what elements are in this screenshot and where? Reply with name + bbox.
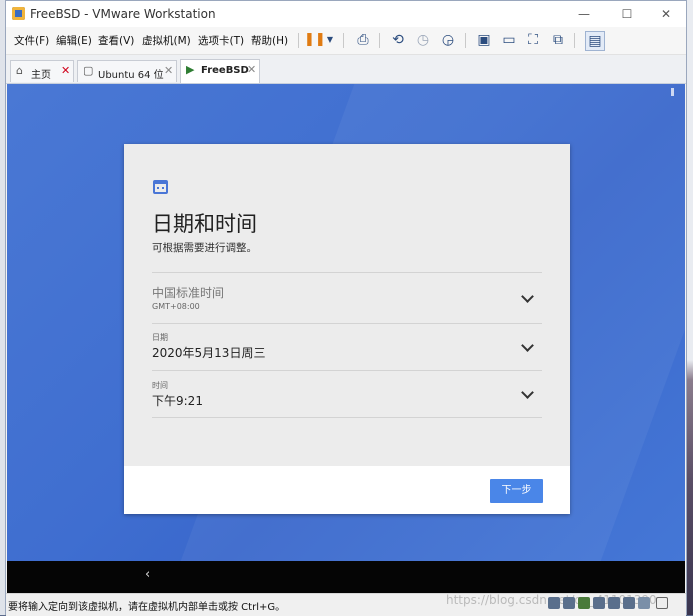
menu-vm[interactable]: 虚拟机(M) xyxy=(142,33,191,48)
tab-home-label: 主页 xyxy=(31,70,51,81)
tab-freebsd[interactable]: ▶ FreeBSD ✕ xyxy=(180,59,260,83)
vmware-window: FreeBSD - VMware Workstation — ☐ ✕ 文件(F)… xyxy=(5,0,687,616)
toolbar-separator xyxy=(574,33,575,48)
title-bar: FreeBSD - VMware Workstation — ☐ ✕ xyxy=(6,1,686,27)
tab-freebsd-label: FreeBSD xyxy=(201,65,249,76)
menu-edit[interactable]: 编辑(E) xyxy=(56,33,92,48)
hard-disk-icon[interactable] xyxy=(548,597,560,609)
tab-home-close-icon[interactable]: ✕ xyxy=(61,64,70,77)
display-icon[interactable] xyxy=(638,597,650,609)
pause-icon[interactable]: ❚❚ xyxy=(304,31,326,49)
date-time-dialog: 日期和时间 可根据需要进行调整。 中国标准时间 GMT+08:00 日期 202… xyxy=(124,144,570,514)
fullscreen-icon[interactable]: ⛶ xyxy=(524,31,542,49)
console-view-icon[interactable]: ▭ xyxy=(500,31,518,49)
vm-icon: ▢ xyxy=(83,64,94,77)
divider xyxy=(152,417,542,418)
snapshot-manager-icon[interactable]: ◶ xyxy=(439,31,457,49)
chevron-down-icon xyxy=(521,339,534,352)
tab-bar: ⌂ 主页 ✕ ▢ Ubuntu 64 位 ✕ ▶ FreeBSD ✕ xyxy=(6,55,686,84)
calendar-icon xyxy=(153,180,168,194)
toolbar-separator xyxy=(465,33,466,48)
dialog-heading: 日期和时间 xyxy=(152,212,257,236)
date-label: 日期 xyxy=(152,333,168,342)
sound-icon[interactable] xyxy=(608,597,620,609)
timezone-offset: GMT+08:00 xyxy=(152,302,200,311)
status-message: 要将输入定向到该虚拟机，请在虚拟机内部单击或按 Ctrl+G。 xyxy=(8,602,286,613)
timezone-selector[interactable]: 中国标准时间 GMT+08:00 xyxy=(152,277,542,323)
toolbar-separator xyxy=(298,33,299,48)
divider xyxy=(152,323,542,324)
sidebar-view-icon[interactable]: ▣ xyxy=(475,31,493,49)
message-log-icon[interactable] xyxy=(656,597,668,609)
tab-freebsd-close-icon[interactable]: ✕ xyxy=(247,63,256,76)
toolbar-separator xyxy=(343,33,344,48)
date-selector[interactable]: 日期 2020年5月13日周三 xyxy=(152,326,542,372)
menu-help[interactable]: 帮助(H) xyxy=(251,33,288,48)
time-label: 时间 xyxy=(152,381,168,390)
unity-icon[interactable]: ⧉ xyxy=(549,31,567,49)
network-icon[interactable] xyxy=(578,597,590,609)
menu-view[interactable]: 查看(V) xyxy=(98,33,134,48)
dialog-subtitle: 可根据需要进行调整。 xyxy=(152,242,257,254)
menu-tabs[interactable]: 选项卡(T) xyxy=(198,33,244,48)
chevron-down-icon xyxy=(521,290,534,303)
printer-icon[interactable] xyxy=(623,597,635,609)
guest-navigation-bar xyxy=(7,561,685,593)
toolbar-separator xyxy=(379,33,380,48)
tab-ubuntu-label: Ubuntu 64 位 xyxy=(98,70,164,81)
divider xyxy=(152,370,542,371)
tab-home[interactable]: ⌂ 主页 ✕ xyxy=(10,60,74,82)
vmware-app-icon xyxy=(12,7,25,20)
guest-indicator xyxy=(671,88,674,96)
snapshot-icon[interactable]: ⟲ xyxy=(389,31,407,49)
menu-file[interactable]: 文件(F) xyxy=(14,33,49,48)
maximize-button[interactable]: ☐ xyxy=(609,4,645,24)
cd-drive-icon[interactable] xyxy=(563,597,575,609)
home-icon: ⌂ xyxy=(16,64,23,77)
tab-ubuntu-close-icon[interactable]: ✕ xyxy=(164,64,173,77)
dropdown-icon[interactable]: ▼ xyxy=(321,31,339,49)
window-title: FreeBSD - VMware Workstation xyxy=(30,7,216,21)
revert-snapshot-icon[interactable]: ◷ xyxy=(414,31,432,49)
vm-running-icon: ▶ xyxy=(186,63,195,76)
chevron-down-icon xyxy=(521,386,534,399)
time-value: 下午9:21 xyxy=(152,394,203,408)
menu-bar: 文件(F) 编辑(E) 查看(V) 虚拟机(M) 选项卡(T) 帮助(H) ❚❚… xyxy=(6,27,686,55)
tab-ubuntu[interactable]: ▢ Ubuntu 64 位 ✕ xyxy=(77,60,177,82)
close-window-button[interactable]: ✕ xyxy=(648,4,684,24)
thumbnail-icon[interactable]: ▤ xyxy=(585,31,605,51)
date-value: 2020年5月13日周三 xyxy=(152,346,266,360)
usb-icon[interactable] xyxy=(593,597,605,609)
send-ctrl-alt-del-icon[interactable]: ⎙ xyxy=(354,31,372,49)
back-icon[interactable]: ‹ xyxy=(145,567,150,582)
next-button[interactable]: 下一步 xyxy=(490,479,543,503)
timezone-value: 中国标准时间 xyxy=(152,286,225,300)
minimize-button[interactable]: — xyxy=(566,4,602,24)
time-selector[interactable]: 时间 下午9:21 xyxy=(152,375,542,421)
divider xyxy=(152,272,542,273)
